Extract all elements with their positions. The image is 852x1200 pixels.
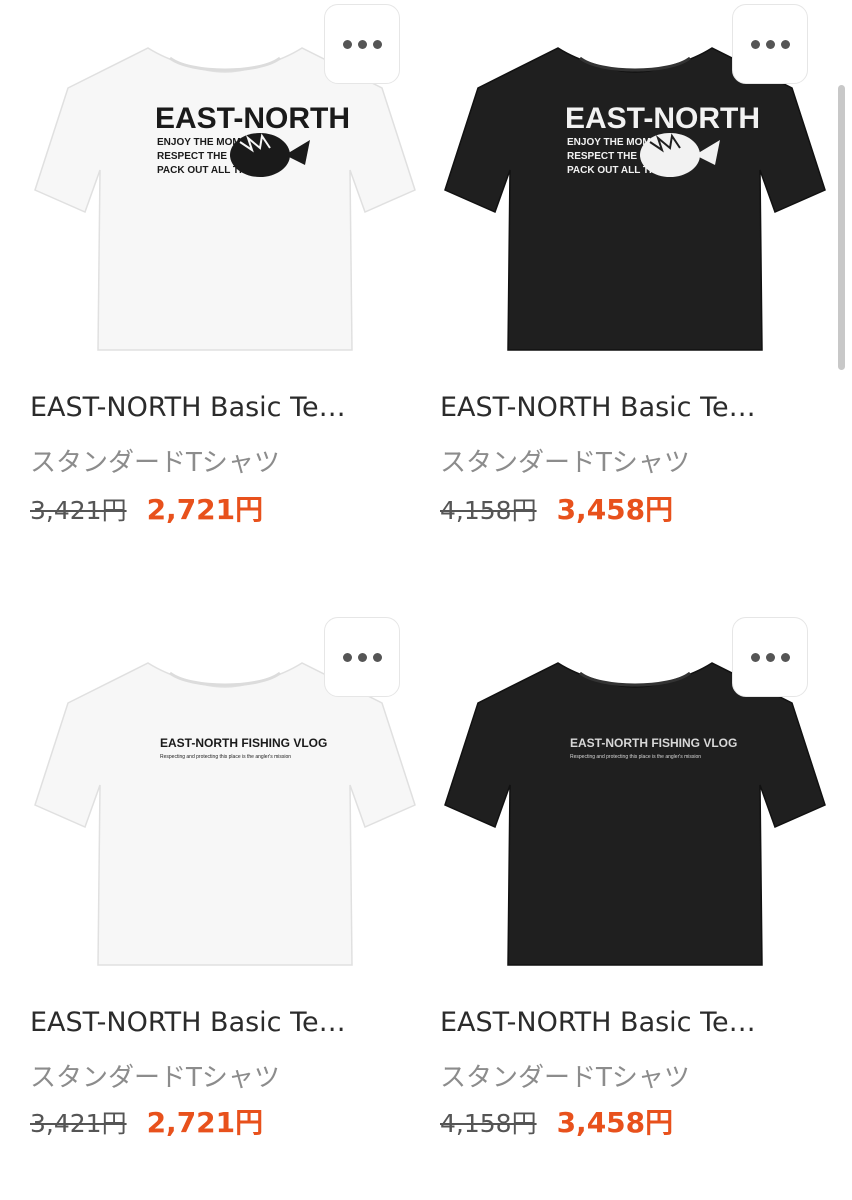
print-line1: Respecting and protecting this place is … [570, 754, 701, 760]
product-image[interactable]: EAST-NORTH FISHING VLOG Respecting and p… [440, 615, 830, 995]
product-card[interactable]: EAST-NORTH ENJOY THE MOMENT RESPECT THE … [30, 0, 420, 540]
more-horizontal-icon [750, 39, 790, 49]
product-card[interactable]: EAST-NORTH ENJOY THE MOMENT RESPECT THE … [440, 0, 830, 540]
product-card[interactable]: EAST-NORTH FISHING VLOG Respecting and p… [30, 615, 420, 1155]
more-options-button[interactable] [732, 4, 808, 84]
original-price: 4,158円 [440, 1109, 537, 1138]
product-image[interactable]: EAST-NORTH FISHING VLOG Respecting and p… [30, 615, 420, 995]
sale-price: 3,458円 [556, 1106, 674, 1139]
print-line1: Respecting and protecting this place is … [160, 754, 291, 760]
product-card[interactable]: EAST-NORTH FISHING VLOG Respecting and p… [440, 615, 830, 1155]
more-options-button[interactable] [324, 617, 400, 697]
tshirt-body [34, 662, 416, 966]
product-grid: EAST-NORTH ENJOY THE MOMENT RESPECT THE … [0, 0, 852, 1200]
price-row: 4,158円 3,458円 [440, 488, 673, 528]
original-price: 3,421円 [30, 496, 127, 525]
tshirt-body [34, 47, 416, 351]
product-image[interactable]: EAST-NORTH ENJOY THE MOMENT RESPECT THE … [440, 0, 830, 380]
more-horizontal-icon [750, 652, 790, 662]
sale-price: 2,721円 [146, 1106, 264, 1139]
print-headline: EAST-NORTH FISHING VLOG [160, 736, 327, 750]
original-price: 3,421円 [30, 1109, 127, 1138]
product-type: スタンダードTシャツ [30, 448, 280, 478]
more-horizontal-icon [342, 39, 382, 49]
print-headline: EAST-NORTH FISHING VLOG [570, 736, 737, 750]
product-type: スタンダードTシャツ [440, 448, 690, 478]
product-type: スタンダードTシャツ [440, 1063, 690, 1093]
scrollbar[interactable] [838, 85, 845, 370]
product-title[interactable]: EAST-NORTH Basic Te… [30, 1007, 400, 1038]
price-row: 4,158円 3,458円 [440, 1101, 673, 1141]
sale-price: 2,721円 [146, 493, 264, 526]
tshirt-body [444, 47, 826, 351]
more-options-button[interactable] [732, 617, 808, 697]
print-headline: EAST-NORTH [565, 102, 760, 135]
original-price: 4,158円 [440, 496, 537, 525]
tshirt-body [444, 662, 826, 966]
product-image[interactable]: EAST-NORTH ENJOY THE MOMENT RESPECT THE … [30, 0, 420, 380]
print-headline: EAST-NORTH [155, 102, 350, 135]
product-title[interactable]: EAST-NORTH Basic Te… [30, 392, 400, 423]
product-title[interactable]: EAST-NORTH Basic Te… [440, 1007, 810, 1038]
product-title[interactable]: EAST-NORTH Basic Te… [440, 392, 810, 423]
price-row: 3,421円 2,721円 [30, 488, 263, 528]
price-row: 3,421円 2,721円 [30, 1101, 263, 1141]
more-options-button[interactable] [324, 4, 400, 84]
more-horizontal-icon [342, 652, 382, 662]
product-type: スタンダードTシャツ [30, 1063, 280, 1093]
sale-price: 3,458円 [556, 493, 674, 526]
